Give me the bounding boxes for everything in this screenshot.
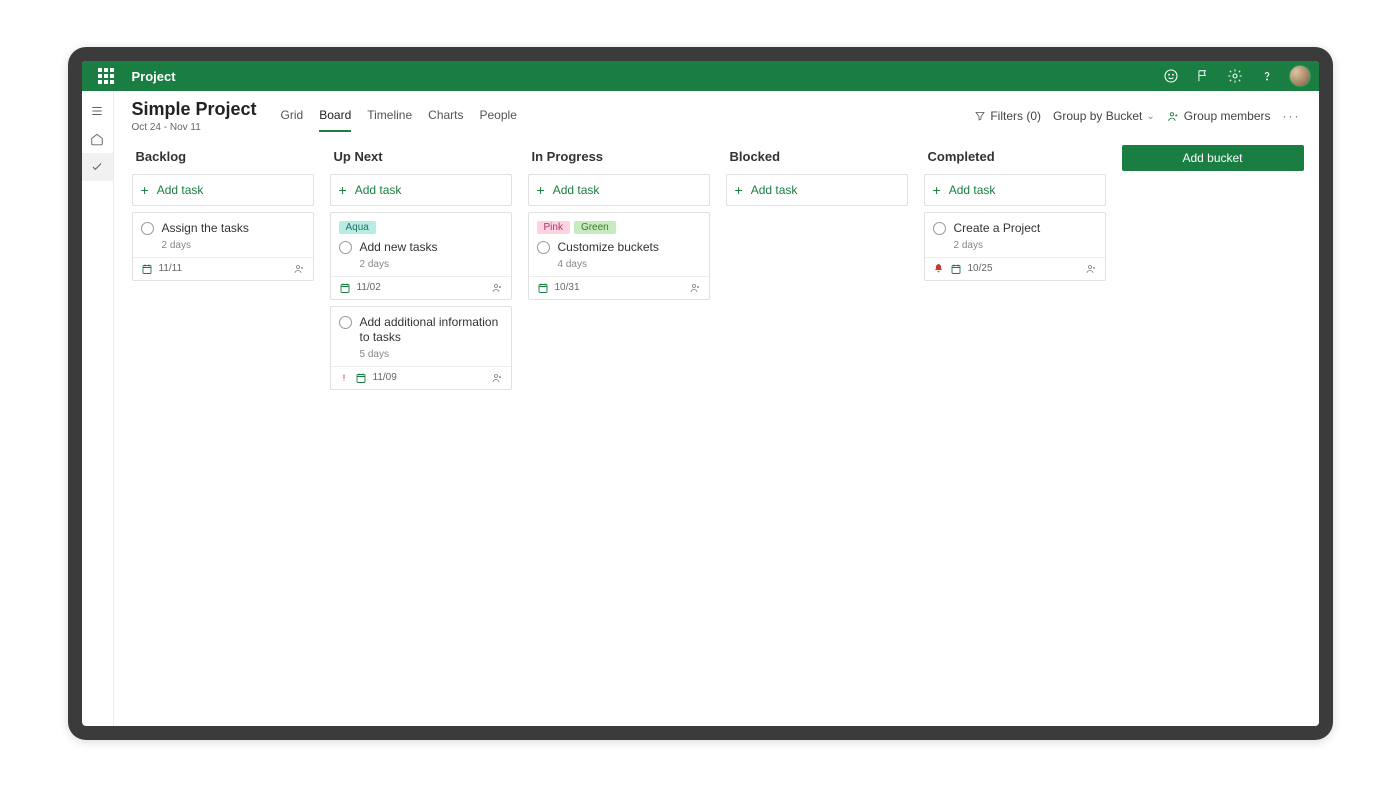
add-task-button[interactable]: + Add task [726, 174, 908, 206]
task-date: 11/09 [373, 372, 397, 383]
task-date: 11/02 [357, 282, 381, 293]
complete-circle-icon[interactable] [339, 241, 352, 254]
nav-home-icon[interactable] [82, 125, 114, 153]
settings-icon[interactable] [1221, 62, 1249, 90]
emoji-icon[interactable] [1157, 62, 1185, 90]
task-duration: 2 days [954, 240, 1097, 251]
task-card[interactable]: Add additional information to tasks 5 day… [330, 306, 512, 390]
plus-icon: + [339, 182, 347, 198]
group-by-button[interactable]: Group by Bucket ⌄ [1053, 109, 1155, 123]
bucket-title: Up Next [330, 145, 512, 174]
calendar-icon [141, 263, 153, 275]
complete-circle-icon[interactable] [339, 316, 352, 329]
filter-icon [974, 110, 986, 122]
complete-circle-icon[interactable] [537, 241, 550, 254]
task-date: 10/31 [555, 282, 580, 293]
add-task-button[interactable]: + Add task [330, 174, 512, 206]
add-task-button[interactable]: + Add task [924, 174, 1106, 206]
flag-icon[interactable] [1189, 62, 1217, 90]
add-task-label: Add task [751, 183, 798, 197]
calendar-icon [339, 282, 351, 294]
bucket-title: Blocked [726, 145, 908, 174]
bucket-column: Completed + Add task Create a Project 2 days… [924, 145, 1106, 714]
plus-icon: + [141, 182, 149, 198]
calendar-icon [355, 372, 367, 384]
add-task-label: Add task [355, 183, 402, 197]
bucket-column: Backlog + Add task Assign the tasks 2 days 11… [132, 145, 314, 714]
filters-button[interactable]: Filters (0) [974, 109, 1041, 123]
more-options-button[interactable]: ··· [1283, 109, 1301, 123]
complete-circle-icon[interactable] [141, 222, 154, 235]
plus-icon: + [537, 182, 545, 198]
task-tag: Pink [537, 221, 570, 234]
assign-icon[interactable] [293, 263, 305, 275]
task-title: Customize buckets [558, 240, 701, 256]
avatar[interactable] [1289, 65, 1311, 87]
task-card[interactable]: Pink Green Customize buckets 4 days 10/31 [528, 212, 710, 300]
task-tag: Aqua [339, 221, 376, 234]
add-task-label: Add task [157, 183, 204, 197]
add-task-label: Add task [949, 183, 996, 197]
add-task-button[interactable]: + Add task [132, 174, 314, 206]
plus-icon: + [933, 182, 941, 198]
add-task-button[interactable]: + Add task [528, 174, 710, 206]
bucket-column: Up Next + Add task Aqua Add new tasks 2 days 1… [330, 145, 512, 714]
assign-icon[interactable] [491, 282, 503, 294]
app-launcher-icon[interactable] [92, 62, 120, 90]
bell-icon [933, 263, 944, 274]
task-date: 11/11 [159, 263, 183, 274]
task-card[interactable]: Create a Project 2 days 10/25 [924, 212, 1106, 281]
help-icon[interactable] [1253, 62, 1281, 90]
complete-circle-icon[interactable] [933, 222, 946, 235]
assign-icon[interactable] [1085, 263, 1097, 275]
bucket-column: In Progress + Add task Pink Green Customize b… [528, 145, 710, 714]
add-task-label: Add task [553, 183, 600, 197]
bucket-title: Completed [924, 145, 1106, 174]
tab-charts[interactable]: Charts [428, 100, 463, 132]
task-duration: 4 days [558, 259, 701, 270]
assign-icon[interactable] [689, 282, 701, 294]
tab-people[interactable]: People [480, 100, 517, 132]
plus-icon: + [735, 182, 743, 198]
group-members-label: Group members [1184, 109, 1271, 123]
filters-label: Filters (0) [990, 109, 1041, 123]
task-title: Add additional information to tasks [360, 315, 503, 346]
tab-timeline[interactable]: Timeline [367, 100, 412, 132]
bucket-title: In Progress [528, 145, 710, 174]
nav-menu-icon[interactable] [82, 97, 114, 125]
tab-grid[interactable]: Grid [281, 100, 304, 132]
task-card[interactable]: Aqua Add new tasks 2 days 11/02 [330, 212, 512, 300]
task-title: Add new tasks [360, 240, 503, 256]
task-title: Assign the tasks [162, 221, 305, 237]
task-card[interactable]: Assign the tasks 2 days 11/11 [132, 212, 314, 281]
task-tag: Green [574, 221, 616, 234]
chevron-down-icon: ⌄ [1146, 111, 1154, 122]
group-by-label: Group by Bucket [1053, 109, 1142, 123]
task-duration: 2 days [360, 259, 503, 270]
project-dates: Oct 24 - Nov 11 [132, 122, 257, 133]
more-icon: ··· [1283, 109, 1301, 123]
bucket-title: Backlog [132, 145, 314, 174]
project-title: Simple Project [132, 99, 257, 120]
nav-tasks-icon[interactable] [82, 153, 114, 181]
people-icon [1167, 110, 1180, 123]
add-bucket-button[interactable]: Add bucket [1122, 145, 1304, 171]
assign-icon[interactable] [491, 372, 503, 384]
task-duration: 2 days [162, 240, 305, 251]
calendar-icon [537, 282, 549, 294]
warning-icon [339, 373, 349, 383]
task-duration: 5 days [360, 349, 503, 360]
group-members-button[interactable]: Group members [1167, 109, 1271, 123]
tab-board[interactable]: Board [319, 100, 351, 132]
bucket-column: Blocked + Add task [726, 145, 908, 714]
calendar-icon [950, 263, 962, 275]
task-title: Create a Project [954, 221, 1097, 237]
app-name: Project [132, 69, 176, 84]
task-date: 10/25 [968, 263, 993, 274]
